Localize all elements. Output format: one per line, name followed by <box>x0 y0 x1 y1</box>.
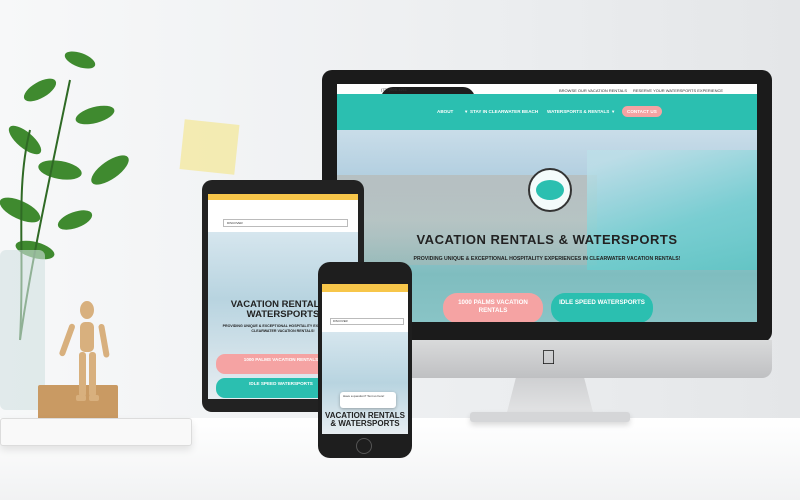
hero-title: VACATION RENTALS & WATERSPORTS <box>416 232 678 247</box>
sticky-note <box>179 119 240 175</box>
chat-widget[interactable]: Have a question? Text us here! <box>340 392 396 408</box>
tablet-search-input[interactable]: DISCOVER <box>223 219 348 227</box>
monitor-stand-base <box>470 412 630 422</box>
contact-us-button[interactable]: CONTACT US <box>622 106 662 117</box>
phone-screen: DISCOVER Have a question? Text us here! … <box>322 284 408 434</box>
reserve-watersports-link[interactable]: RESERVE YOUR WATERSPORTS EXPERIENCE <box>633 88 723 93</box>
top-info-bar: (727)605-4211 BROWSE OUR VACATION RENTAL… <box>337 84 757 283</box>
nav-stay[interactable]: STAY IN CLEARWATER BEACH <box>470 109 538 114</box>
browse-rentals-link[interactable]: BROWSE OUR VACATION RENTALS <box>559 88 627 93</box>
nav-watersports[interactable]: WATERSPORTS & RENTALS <box>547 109 609 114</box>
stay-play-logo <box>528 168 572 212</box>
phone-top-bar <box>322 284 408 292</box>
vacation-rentals-button[interactable]: 1000 PALMS VACATION RENTALS <box>443 293 543 322</box>
main-nav: ABOUT ▾ STAY IN CLEARWATER BEACH WATERSP… <box>337 94 757 130</box>
nav-about[interactable]: ABOUT <box>437 109 453 114</box>
nav-watersports-chevron-icon: ▾ <box>612 109 615 114</box>
apple-logo-icon:  <box>541 347 556 370</box>
nav-about-chevron-icon: ▾ <box>465 109 468 114</box>
hero-subtitle: PROVIDING UNIQUE & EXCEPTIONAL HOSPITALI… <box>413 256 681 262</box>
tablet-top-bar <box>208 194 358 200</box>
hero-beach-image <box>587 150 757 270</box>
notebook <box>0 418 192 446</box>
wooden-mannequin <box>59 301 110 401</box>
watersports-button[interactable]: IDLE SPEED WATERSPORTS <box>551 293 653 322</box>
phone-search-input[interactable]: DISCOVER <box>330 318 404 325</box>
phone-home-button[interactable] <box>356 438 372 454</box>
phone-title: VACATION RENTALS & WATERSPORTS <box>325 411 405 428</box>
